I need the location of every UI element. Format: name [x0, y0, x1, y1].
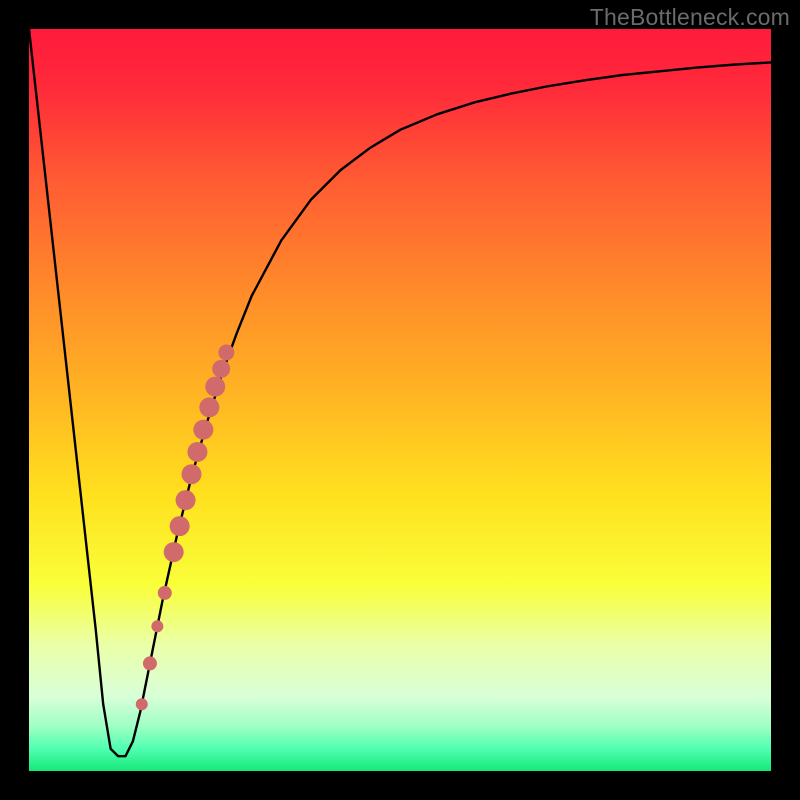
highlight-dot [193, 420, 213, 440]
highlight-dot [176, 490, 196, 510]
highlight-dot [170, 516, 190, 536]
highlight-dot [199, 397, 219, 417]
highlight-dots [29, 29, 771, 771]
highlight-dot [136, 698, 148, 710]
highlight-dot [205, 377, 225, 397]
highlight-dot [151, 620, 163, 632]
plot-area [29, 29, 771, 771]
highlight-dot [182, 464, 202, 484]
highlight-dot [164, 542, 184, 562]
watermark-text: TheBottleneck.com [590, 4, 790, 31]
chart-frame: TheBottleneck.com [0, 0, 800, 800]
highlight-dot [143, 656, 157, 670]
highlight-dot [218, 345, 234, 361]
highlight-dot [187, 442, 207, 462]
highlight-dot [212, 360, 230, 378]
highlight-dot [158, 586, 172, 600]
